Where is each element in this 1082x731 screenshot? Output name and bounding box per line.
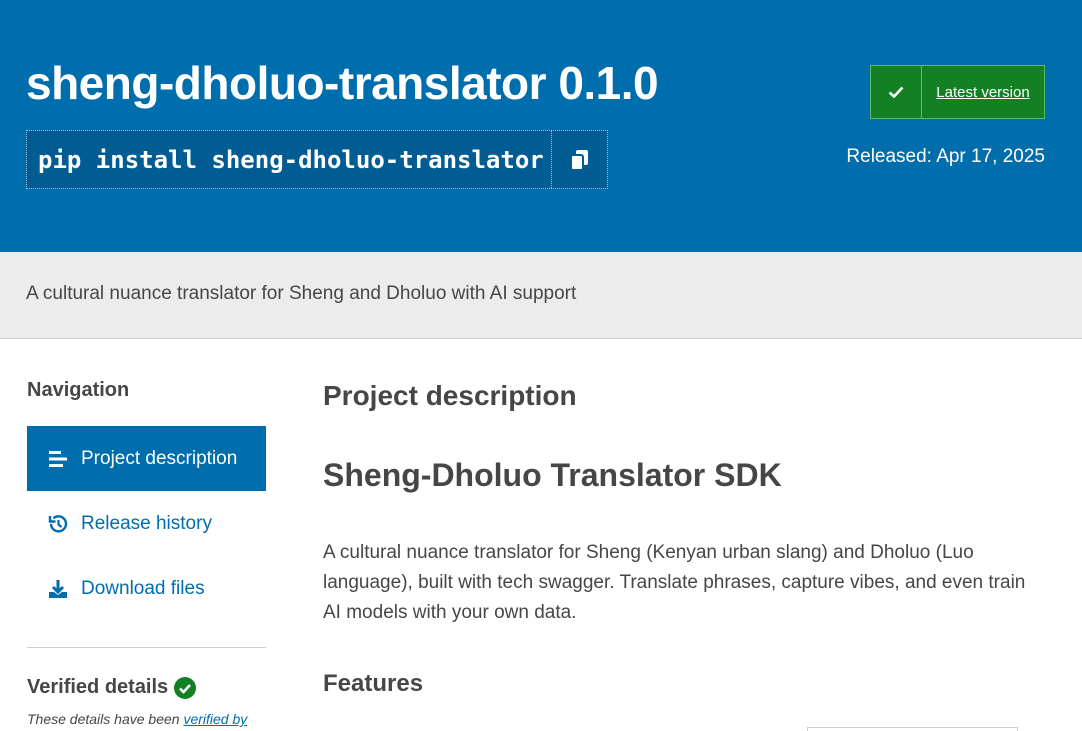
verified-note: These details have been verified by [27, 711, 247, 727]
package-summary: A cultural nuance translator for Sheng a… [26, 283, 577, 304]
latest-version-button[interactable]: Latest version [870, 65, 1045, 119]
package-summary-band: A cultural nuance translator for Sheng a… [0, 252, 1082, 339]
verified-note-text: These details have been [27, 711, 184, 727]
latest-version-label[interactable]: Latest version [922, 66, 1044, 118]
copy-button[interactable] [551, 131, 607, 188]
verified-check-icon [174, 676, 197, 699]
sidebar-item-release-history[interactable]: Release history [27, 491, 266, 556]
release-date: Released: Apr 17, 2025 [846, 146, 1045, 167]
list-icon [47, 448, 69, 470]
sidebar-item-label: Download files [81, 577, 205, 599]
verified-details-heading: Verified details [27, 676, 197, 699]
copy-icon [569, 149, 588, 171]
features-heading: Features [323, 670, 424, 697]
sidebar-item-project-description[interactable]: Project description [27, 426, 266, 491]
sidebar-item-download-files[interactable]: Download files [27, 556, 266, 621]
package-title: sheng-dholuo-translator 0.1.0 [26, 57, 659, 109]
sidebar-item-label: Release history [81, 512, 212, 534]
download-icon [47, 578, 69, 600]
navigation-heading: Navigation [27, 379, 130, 401]
readme-paragraph: A cultural nuance translator for Sheng (… [323, 542, 1026, 623]
package-header: sheng-dholuo-translator 0.1.0 pip instal… [0, 0, 1082, 252]
verified-by-link[interactable]: verified by [183, 711, 247, 727]
verified-details-label: Verified details [27, 676, 169, 698]
sidebar-divider [27, 647, 266, 648]
history-icon [47, 513, 69, 535]
pip-command[interactable]: pip install sheng-dholuo-translator [27, 131, 551, 188]
project-description-heading: Project description [323, 380, 577, 411]
check-icon [871, 66, 922, 118]
pip-install-box: pip install sheng-dholuo-translator [26, 130, 608, 189]
content-box-edge [807, 727, 1018, 731]
sidebar-item-label: Project description [81, 447, 238, 469]
readme-title: Sheng-Dholuo Translator SDK [323, 457, 782, 493]
